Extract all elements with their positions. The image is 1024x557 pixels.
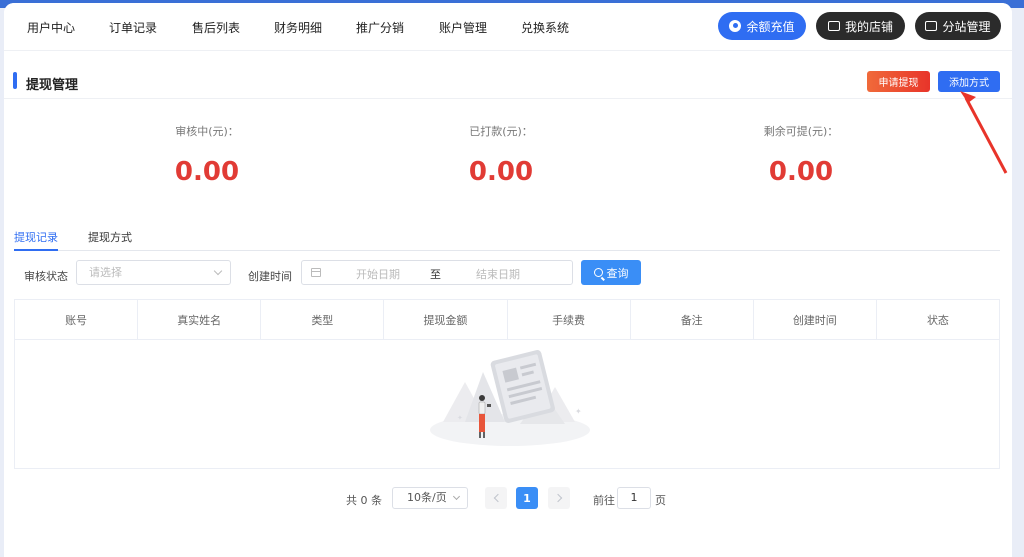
chevron-right-icon bbox=[553, 493, 562, 503]
column-header-account: 账号 bbox=[15, 300, 139, 339]
column-header-remark: 备注 bbox=[631, 300, 754, 339]
column-header-status: 状态 bbox=[926, 313, 949, 327]
stat-label: 审核中(元)： bbox=[175, 125, 239, 138]
nav-item-user-center[interactable]: 用户中心 bbox=[27, 19, 75, 36]
main-window: 用户中心 订单记录 售后列表 财务明细 推广分销 账户管理 兑换系统 余额充值 … bbox=[4, 3, 1012, 557]
active-tab-indicator bbox=[14, 249, 58, 251]
nav-item-orders[interactable]: 订单记录 bbox=[109, 19, 157, 36]
stat-label: 已打款(元)： bbox=[469, 125, 533, 138]
recharge-label: 余额充值 bbox=[746, 19, 795, 34]
nav-item-after-sales[interactable]: 售后列表 bbox=[192, 19, 240, 36]
top-navigation: 用户中心 订单记录 售后列表 财务明细 推广分销 账户管理 兑换系统 余额充值 … bbox=[4, 3, 1012, 51]
status-filter-label: 审核状态 bbox=[24, 270, 68, 283]
column-header-real-name: 真实姓名 bbox=[138, 300, 262, 339]
title-accent-bar bbox=[13, 72, 17, 89]
column-header-amount: 提现金额 bbox=[384, 300, 508, 339]
nav-item-exchange[interactable]: 兑换系统 bbox=[521, 19, 569, 36]
nav-item-finance[interactable]: 财务明细 bbox=[274, 19, 322, 36]
stat-label: 剩余可提(元)： bbox=[763, 125, 839, 138]
stat-under-review: 审核中(元)： 0.00 bbox=[127, 123, 287, 187]
chevron-down-icon bbox=[213, 266, 223, 276]
pagination: 共 0 条 10条/页 1 前往 1 页 bbox=[4, 487, 1012, 511]
substation-button[interactable]: 分站管理 bbox=[915, 12, 1001, 40]
tab-bar: 提现记录 提现方式 bbox=[14, 223, 1000, 251]
substation-label: 分站管理 bbox=[942, 19, 991, 34]
date-range-picker[interactable]: 开始日期 至 结束日期 bbox=[301, 260, 573, 285]
section-header: 提现管理 申请提现 添加方式 bbox=[4, 63, 1012, 99]
goto-page-input[interactable]: 1 bbox=[617, 487, 651, 509]
query-button[interactable]: 查询 bbox=[581, 260, 641, 285]
status-select-placeholder: 请选择 bbox=[89, 266, 122, 279]
stat-value: 0.00 bbox=[174, 157, 240, 187]
start-date-input[interactable]: 开始日期 bbox=[356, 266, 400, 282]
nav-item-account[interactable]: 账户管理 bbox=[439, 19, 487, 36]
chevron-down-icon bbox=[452, 492, 461, 501]
page-size-value: 10条/页 bbox=[407, 491, 447, 504]
page-unit-label: 页 bbox=[655, 494, 666, 507]
tab-withdraw-records[interactable]: 提现记录 bbox=[14, 229, 58, 245]
stat-value: 0.00 bbox=[768, 157, 834, 187]
column-header-type: 类型 bbox=[261, 300, 385, 339]
page-title: 提现管理 bbox=[26, 78, 79, 93]
column-header-created-time: 创建时间 bbox=[754, 300, 877, 339]
next-page-button[interactable] bbox=[548, 487, 570, 509]
recharge-button[interactable]: 余额充值 bbox=[718, 12, 806, 40]
my-shop-label: 我的店铺 bbox=[844, 19, 893, 34]
stat-paid: 已打款(元)： 0.00 bbox=[421, 123, 581, 187]
chevron-left-icon bbox=[493, 493, 502, 503]
annotation-arrow-icon bbox=[960, 91, 1008, 174]
withdraw-table: 账号 真实姓名 类型 提现金额 手续费 备注 创建时间 状态 ✦ ✦ bbox=[14, 299, 1000, 469]
svg-text:✦: ✦ bbox=[575, 407, 582, 416]
time-filter-label: 创建时间 bbox=[248, 270, 292, 283]
page-number-current[interactable]: 1 bbox=[516, 487, 538, 509]
tab-withdraw-methods[interactable]: 提现方式 bbox=[88, 229, 132, 245]
calendar-icon bbox=[311, 268, 321, 277]
search-icon bbox=[593, 268, 603, 277]
shop-icon bbox=[827, 21, 840, 31]
prev-page-button[interactable] bbox=[485, 487, 507, 509]
svg-text:✦: ✦ bbox=[457, 414, 463, 422]
page-size-select[interactable]: 10条/页 bbox=[392, 487, 468, 509]
total-count: 共 0 条 bbox=[346, 494, 382, 507]
apply-withdraw-button[interactable]: 申请提现 bbox=[867, 71, 930, 92]
monitor-icon bbox=[925, 21, 938, 31]
status-select[interactable]: 请选择 bbox=[76, 260, 231, 285]
goto-label: 前往 bbox=[593, 494, 615, 507]
stat-remaining: 剩余可提(元)： 0.00 bbox=[721, 123, 881, 187]
date-range-separator: 至 bbox=[430, 268, 441, 281]
stat-value: 0.00 bbox=[468, 157, 534, 187]
table-header: 账号 真实姓名 类型 提现金额 手续费 备注 创建时间 状态 bbox=[15, 300, 999, 340]
my-shop-button[interactable]: 我的店铺 bbox=[816, 12, 905, 40]
query-label: 查询 bbox=[606, 266, 629, 280]
column-header-fee: 手续费 bbox=[508, 300, 631, 339]
wallet-icon bbox=[729, 20, 742, 32]
nav-item-promotion[interactable]: 推广分销 bbox=[356, 19, 404, 36]
empty-state-illustration: ✦ ✦ bbox=[430, 350, 590, 446]
end-date-input[interactable]: 结束日期 bbox=[476, 266, 520, 282]
